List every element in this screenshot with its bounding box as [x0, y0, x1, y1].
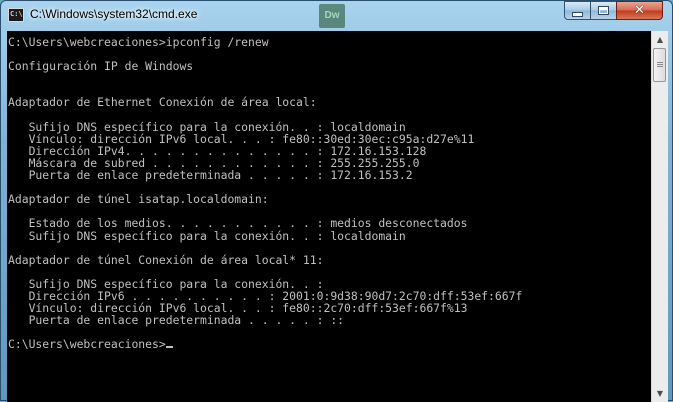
close-button[interactable]: ✕: [616, 1, 663, 20]
text-cursor: [165, 346, 173, 349]
console-line: Configuración IP de Windows: [8, 59, 194, 74]
console-line: C:\Users\webcreaciones>: [8, 337, 166, 352]
window-title: C:\Windows\system32\cmd.exe: [30, 7, 198, 21]
scroll-down-arrow-icon[interactable]: ▼: [652, 385, 668, 402]
console-text: C:\Users\webcreaciones>ipconfig /renew C…: [7, 31, 651, 350]
console-client-area: C:\Users\webcreaciones>ipconfig /renew C…: [7, 31, 668, 402]
console-output[interactable]: C:\Users\webcreaciones>ipconfig /renew C…: [7, 31, 651, 402]
minimize-icon: [572, 11, 583, 17]
background-app-icon: Dw: [319, 4, 345, 28]
title-bar[interactable]: C:\ C:\Windows\system32\cmd.exe Dw ✕: [1, 1, 672, 31]
scroll-up-arrow-icon[interactable]: ▲: [652, 31, 668, 48]
maximize-icon: [598, 6, 609, 15]
minimize-button[interactable]: [564, 1, 591, 20]
console-line: Adaptador de túnel Conexión de área loca…: [8, 252, 324, 267]
thumb-grip-line: [657, 62, 663, 63]
scrollbar-thumb[interactable]: [653, 48, 666, 82]
maximize-button[interactable]: [590, 1, 617, 20]
cmd-app-icon[interactable]: C:\: [8, 8, 24, 22]
console-line: Adaptador de Ethernet Conexión de área l…: [8, 95, 317, 110]
thumb-grip-line: [657, 64, 663, 65]
vertical-scrollbar[interactable]: ▲ ▼: [651, 31, 668, 402]
console-line: Adaptador de túnel isatap.localdomain:: [8, 192, 269, 207]
console-line: Puerta de enlace predeterminada . . . . …: [8, 313, 345, 328]
cmd-window: C:\ C:\Windows\system32\cmd.exe Dw ✕ C:\…: [0, 0, 673, 402]
console-line: C:\Users\webcreaciones>ipconfig /renew: [8, 35, 269, 49]
thumb-grip-line: [657, 66, 663, 67]
console-line: Sufijo DNS específico para la conexión. …: [8, 228, 406, 243]
close-icon: ✕: [634, 3, 645, 18]
console-line: Puerta de enlace predeterminada . . . . …: [8, 168, 413, 183]
